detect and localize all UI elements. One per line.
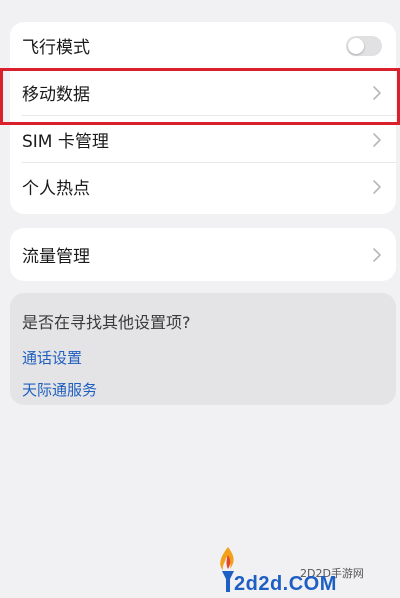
- connectivity-settings-card: 飞行模式 移动数据 SIM 卡管理 个人热点: [10, 22, 396, 214]
- data-usage-management-label: 流量管理: [22, 247, 90, 267]
- mobile-data-row[interactable]: 移动数据: [10, 69, 396, 116]
- airplane-mode-toggle[interactable]: [346, 35, 382, 56]
- other-settings-suggestion-card: 是否在寻找其他设置项? 通话设置 天际通服务: [10, 293, 396, 405]
- airplane-mode-row[interactable]: 飞行模式: [10, 22, 396, 69]
- chevron-right-icon: [373, 132, 381, 147]
- chevron-right-icon: [373, 85, 381, 100]
- data-usage-management-row[interactable]: 流量管理: [10, 228, 396, 281]
- personal-hotspot-row[interactable]: 个人热点: [10, 163, 396, 210]
- personal-hotspot-label: 个人热点: [22, 179, 90, 199]
- skyroam-service-link[interactable]: 天际通服务: [22, 379, 384, 400]
- chevron-right-icon: [373, 179, 381, 194]
- chevron-right-icon: [373, 247, 381, 262]
- toggle-knob: [348, 37, 364, 54]
- sim-card-management-row[interactable]: SIM 卡管理: [10, 116, 396, 163]
- mobile-data-label: 移动数据: [22, 85, 90, 105]
- airplane-mode-label: 飞行模式: [22, 38, 90, 58]
- site-watermark: 2D2D手游网 2d2d.COM: [214, 545, 394, 595]
- data-usage-card: 流量管理: [10, 228, 396, 281]
- watermark-domain: 2d2d.COM: [234, 573, 337, 595]
- sim-card-management-label: SIM 卡管理: [22, 132, 109, 152]
- suggestion-title: 是否在寻找其他设置项?: [22, 313, 191, 332]
- call-settings-link[interactable]: 通话设置: [22, 347, 384, 368]
